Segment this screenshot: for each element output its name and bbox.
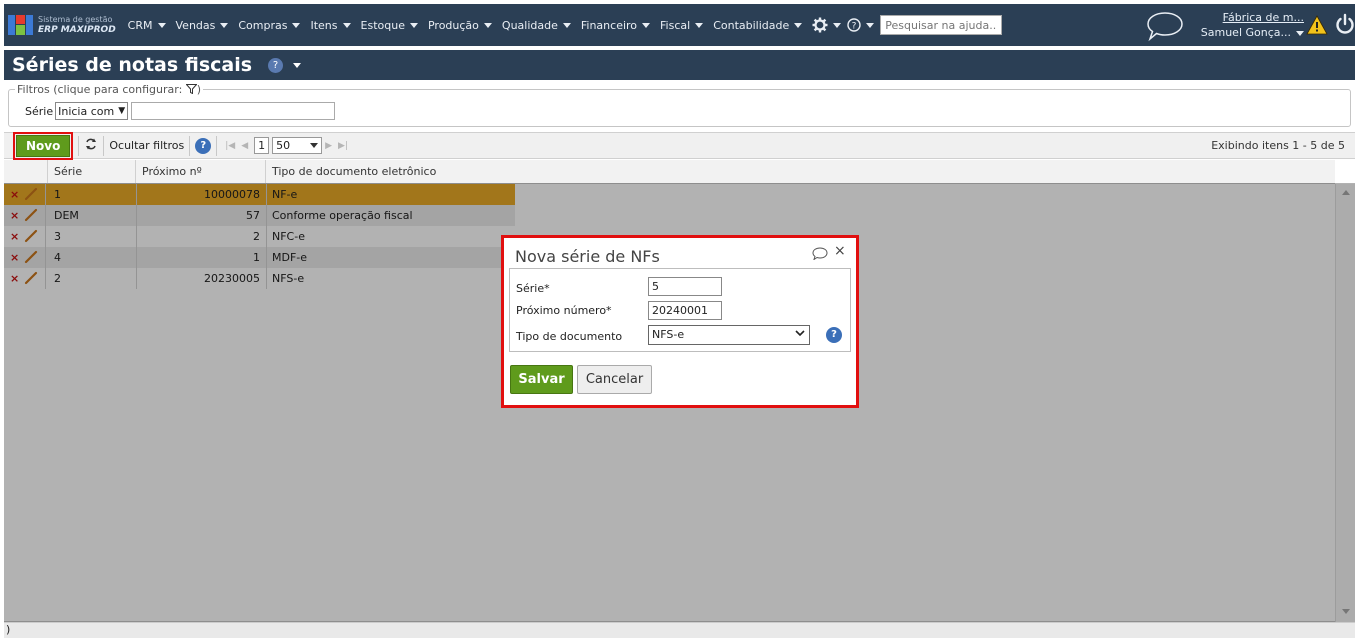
menu-financeiro[interactable]: Financeiro: [581, 19, 651, 32]
actions-column-header: [4, 160, 48, 184]
main-menu: CRM Vendas Compras Itens Estoque Produçã…: [128, 15, 1003, 35]
new-button-highlight: Novo: [13, 131, 74, 160]
last-page-icon[interactable]: ▶|: [338, 141, 348, 151]
power-icon[interactable]: [1334, 13, 1356, 35]
user-menu[interactable]: Samuel Gonça...: [1196, 25, 1304, 40]
page-title: Séries de notas fiscais: [12, 54, 253, 76]
page-size-select[interactable]: 50: [272, 137, 323, 154]
menu-itens[interactable]: Itens: [310, 19, 351, 32]
toolbar-divider: [103, 135, 105, 156]
toolbar-divider: [189, 135, 191, 156]
column-header-tipo[interactable]: Tipo de documento eletrônico: [266, 160, 1335, 184]
filters-legend[interactable]: Filtros (clique para configurar: ): [15, 83, 204, 96]
serie-label: Série*: [516, 282, 550, 295]
gear-icon[interactable]: [812, 17, 842, 33]
help-icon[interactable]: ?: [826, 327, 842, 343]
page-title-bar: Séries de notas fiscais ?: [4, 50, 1355, 80]
chevron-down-icon: ▼: [118, 106, 126, 116]
menu-crm[interactable]: CRM: [128, 19, 166, 32]
warning-icon[interactable]: [1306, 15, 1328, 35]
grid-toolbar: Novo Ocultar filtros ? |◀ ◀ 1 50 ▶ ▶| Ex…: [4, 131, 1355, 160]
app-logo[interactable]: Sistema de gestão ERP MAXIPROD: [8, 13, 116, 37]
chevron-down-icon: [794, 22, 803, 28]
chevron-down-icon: [220, 22, 229, 28]
chevron-down-icon: [866, 22, 875, 28]
serie-input[interactable]: 5: [648, 277, 722, 296]
toolbar-divider: [78, 135, 80, 156]
refresh-icon[interactable]: [84, 138, 98, 153]
chevron-down-icon: [292, 22, 301, 28]
top-navigation-bar: Sistema de gestão ERP MAXIPROD CRM Venda…: [4, 4, 1355, 46]
logo-subtitle: Sistema de gestão: [38, 15, 113, 24]
help-icon[interactable]: ?: [195, 137, 212, 154]
chevron-down-icon: [409, 22, 418, 28]
chevron-down-icon: [795, 329, 805, 340]
new-button[interactable]: Novo: [16, 134, 71, 157]
column-header-proximo[interactable]: Próximo nº: [136, 160, 266, 184]
menu-compras[interactable]: Compras: [238, 19, 301, 32]
pagination-status: Exibindo itens 1 - 5 de 5: [1211, 139, 1345, 152]
grid-footer: ): [4, 622, 1355, 638]
chevron-down-icon: [483, 22, 492, 28]
filter-serie-input[interactable]: [131, 102, 336, 120]
chat-bubble-icon[interactable]: [812, 247, 828, 260]
chevron-down-icon: [342, 22, 351, 28]
first-page-icon[interactable]: |◀: [225, 141, 235, 151]
svg-text:?: ?: [852, 22, 857, 32]
tipo-documento-label: Tipo de documento: [516, 330, 623, 343]
filter-operator-select[interactable]: Inicia com ▼: [55, 102, 129, 120]
menu-estoque[interactable]: Estoque: [361, 19, 418, 32]
menu-producao[interactable]: Produção: [428, 19, 492, 32]
funnel-icon: [185, 84, 198, 95]
tipo-documento-select[interactable]: NFS-e: [648, 325, 810, 345]
cancel-button[interactable]: Cancelar: [577, 365, 652, 394]
help-icon[interactable]: ?: [268, 57, 284, 73]
column-header-serie[interactable]: Série: [48, 160, 136, 184]
dialog-form: Série* 5 Próximo número* 20240001 Tipo d…: [509, 268, 851, 352]
grid-header: Série Próximo nº Tipo de documento eletr…: [4, 160, 1335, 184]
new-series-dialog: Nova série de NFs × Série* 5 Próximo núm…: [501, 235, 859, 408]
chat-bubble-icon[interactable]: [1145, 10, 1185, 42]
company-link[interactable]: Fábrica de m...: [1196, 10, 1304, 25]
chevron-down-icon: [642, 22, 651, 28]
toolbar-divider: [216, 135, 218, 156]
proximo-numero-input[interactable]: 20240001: [648, 301, 722, 320]
proximo-numero-label: Próximo número*: [516, 304, 612, 317]
chevron-down-icon: [833, 22, 842, 28]
help-search-input[interactable]: [880, 15, 1003, 35]
chevron-down-icon: [562, 22, 571, 28]
chevron-down-icon: [695, 22, 704, 28]
dialog-title: Nova série de NFs: [515, 247, 660, 266]
prev-page-icon[interactable]: ◀: [241, 141, 248, 151]
filter-serie-label: Série: [25, 104, 54, 118]
menu-contabilidade[interactable]: Contabilidade: [713, 19, 803, 32]
close-icon[interactable]: ×: [834, 243, 846, 259]
logo-title: ERP MAXIPROD: [38, 25, 116, 35]
menu-fiscal[interactable]: Fiscal: [660, 19, 704, 32]
menu-vendas[interactable]: Vendas: [176, 19, 229, 32]
logo-mark-icon: [8, 13, 34, 37]
help-menu-icon[interactable]: ?: [847, 18, 875, 32]
hide-filters-button[interactable]: Ocultar filtros: [109, 139, 184, 152]
chevron-down-icon: [1296, 31, 1304, 36]
filters-panel: Filtros (clique para configurar: ) Série…: [8, 83, 1351, 127]
current-page-input[interactable]: 1: [254, 137, 270, 154]
chevron-down-icon: [157, 22, 166, 28]
next-page-icon[interactable]: ▶: [325, 141, 332, 151]
chevron-down-icon: [310, 143, 319, 148]
save-button[interactable]: Salvar: [510, 365, 573, 394]
dialog-header: Nova série de NFs ×: [509, 242, 851, 266]
chevron-down-icon[interactable]: [293, 62, 302, 68]
menu-qualidade[interactable]: Qualidade: [502, 19, 571, 32]
